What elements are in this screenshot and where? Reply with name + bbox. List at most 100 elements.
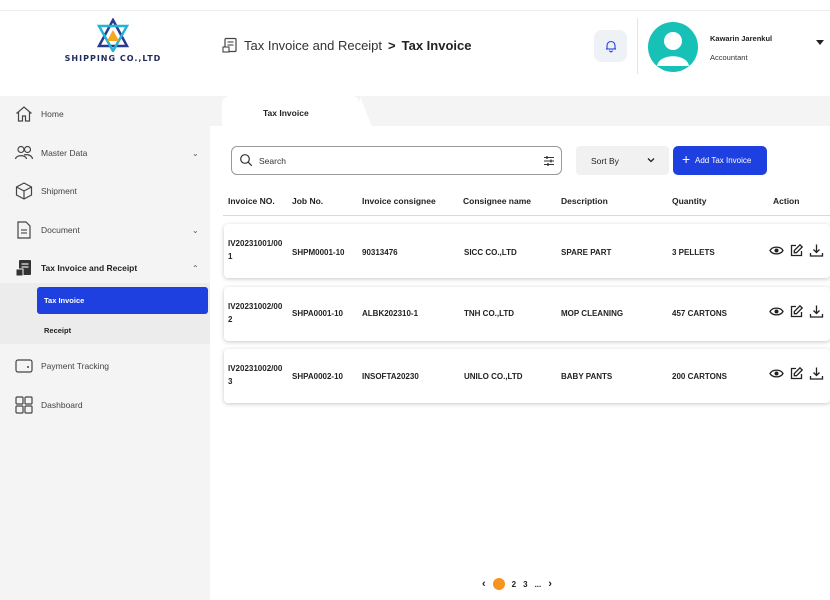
prev-page-button[interactable]: ‹ — [482, 578, 486, 590]
main-content: Tax Invoice Search Sort By + Add Tax Inv… — [210, 96, 830, 600]
sort-by-label: Sort By — [591, 156, 619, 166]
page-2-button[interactable]: 2 — [512, 580, 516, 589]
tab-label: Tax Invoice — [263, 108, 309, 118]
chevron-down-icon: ⌄ — [192, 225, 199, 235]
company-logo[interactable]: SHIPPING CO.,LTD — [58, 18, 168, 74]
document-icon — [17, 221, 31, 239]
filter-icon[interactable] — [542, 154, 556, 168]
column-header-action: Action — [773, 196, 800, 206]
cell-invoice-no: IV20231002/002 — [228, 302, 283, 324]
home-icon — [16, 106, 32, 122]
plus-icon: + — [682, 151, 691, 167]
table-header-divider — [223, 215, 830, 216]
chevron-up-icon: ⌃ — [192, 263, 199, 273]
avatar[interactable] — [648, 22, 698, 72]
sidebar-item-label: Document — [41, 225, 80, 235]
cell-invoice-consignee: 90313476 — [362, 248, 398, 257]
column-header-quantity: Quantity — [672, 196, 707, 206]
cell-quantity: 200 CARTONS — [672, 372, 727, 381]
user-menu-caret-icon[interactable] — [816, 40, 824, 45]
page-ellipsis: ... — [534, 579, 542, 589]
bell-icon — [605, 40, 616, 53]
top-divider — [0, 10, 830, 11]
sidebar-item-label: Payment Tracking — [41, 361, 110, 371]
users-icon — [14, 145, 34, 160]
column-header-invoice-no: Invoice NO. — [228, 196, 275, 206]
pagination: ‹ 1 2 3 ... › — [482, 578, 552, 590]
column-header-invoice-consignee: Invoice consignee — [362, 196, 436, 206]
page-1-button[interactable]: 1 — [492, 578, 505, 590]
download-icon[interactable] — [809, 243, 824, 258]
page-3-button[interactable]: 3 — [523, 580, 527, 589]
cell-job-no: SHPA0002-10 — [292, 372, 343, 381]
cell-quantity: 3 PELLETS — [672, 248, 715, 257]
view-eye-icon[interactable] — [769, 304, 784, 319]
box-icon — [15, 182, 33, 200]
tab-tax-invoice[interactable]: Tax Invoice — [222, 96, 372, 127]
logo-text: SHIPPING CO.,LTD — [64, 54, 162, 63]
search-placeholder: Search — [259, 156, 286, 166]
app-header: SHIPPING CO.,LTD Tax Invoice and Receipt… — [0, 0, 830, 82]
sidebar-item-payment-tracking[interactable]: Payment Tracking — [0, 351, 210, 381]
add-button-label: Add Tax Invoice — [695, 156, 752, 165]
sidebar-item-label: Tax Invoice and Receipt — [41, 263, 138, 273]
cell-job-no: SHPM0001-10 — [292, 248, 345, 257]
cell-description: MOP CLEANING — [561, 309, 624, 318]
search-icon — [240, 154, 253, 167]
logo-mark-icon — [96, 18, 130, 52]
view-eye-icon[interactable] — [769, 243, 784, 258]
cell-invoice-consignee: ALBK202310-1 — [362, 309, 419, 318]
breadcrumb-current: Tax Invoice — [401, 37, 472, 53]
cell-consignee-name: UNILO CO.,LTD — [464, 372, 523, 381]
next-page-button[interactable]: › — [548, 578, 552, 590]
sidebar-item-shipment[interactable]: Shipment — [0, 176, 210, 206]
sidebar-item-master-data[interactable]: Master Data ⌄ — [0, 138, 210, 168]
sidebar-item-home[interactable]: Home — [0, 99, 210, 129]
cell-consignee-name: SICC CO.,LTD — [464, 248, 517, 257]
column-header-job-no: Job No. — [292, 196, 324, 206]
cell-job-no: SHPA0001-10 — [292, 309, 343, 318]
table-row[interactable]: IV20231002/003 SHPA0002-10 INSOFTA20230 … — [224, 349, 830, 403]
receipt-icon — [222, 37, 237, 53]
row-actions — [769, 243, 824, 258]
dashboard-icon — [15, 396, 33, 414]
sort-by-dropdown[interactable]: Sort By — [576, 146, 669, 175]
sidebar-item-dashboard[interactable]: Dashboard — [0, 390, 210, 420]
sidebar-item-label: Home — [41, 109, 64, 119]
edit-icon[interactable] — [789, 304, 804, 319]
add-tax-invoice-button[interactable]: + Add Tax Invoice — [673, 146, 767, 175]
user-name: Kawarin Jarenkul — [710, 34, 773, 43]
sidebar-item-document[interactable]: Document ⌄ — [0, 215, 210, 245]
download-icon[interactable] — [809, 304, 824, 319]
view-eye-icon[interactable] — [769, 366, 784, 381]
submenu-item-tax-invoice[interactable]: Tax Invoice — [37, 287, 208, 314]
sidebar-item-tax-invoice-receipt[interactable]: Tax Invoice and Receipt ⌃ — [0, 253, 210, 283]
user-role: Accountant — [710, 53, 748, 62]
column-header-consignee-name: Consignee name — [463, 196, 532, 206]
table-row[interactable]: IV20231002/002 SHPA0001-10 ALBK202310-1 … — [224, 287, 830, 341]
submenu-item-label: Receipt — [44, 326, 72, 335]
submenu-item-receipt[interactable]: Receipt — [37, 320, 208, 344]
cell-invoice-no: IV20231002/003 — [228, 364, 283, 386]
breadcrumb: Tax Invoice and Receipt > Tax Invoice — [222, 37, 471, 53]
chevron-down-icon — [647, 158, 655, 163]
breadcrumb-parent[interactable]: Tax Invoice and Receipt — [244, 38, 382, 53]
user-avatar-icon — [657, 32, 689, 66]
search-input[interactable]: Search — [231, 146, 562, 175]
receipt-icon — [15, 260, 31, 277]
cell-consignee-name: TNH CO.,LTD — [464, 309, 515, 318]
table-row[interactable]: IV20231001/001 SHPM0001-10 90313476 SICC… — [224, 224, 830, 278]
header-divider — [637, 18, 638, 74]
sidebar-item-label: Master Data — [41, 148, 88, 158]
cell-invoice-no: IV20231001/001 — [228, 239, 283, 261]
edit-icon[interactable] — [789, 366, 804, 381]
download-icon[interactable] — [809, 366, 824, 381]
wallet-icon — [15, 359, 33, 373]
edit-icon[interactable] — [789, 243, 804, 258]
chevron-down-icon: ⌄ — [192, 148, 199, 158]
sidebar-item-label: Dashboard — [41, 400, 83, 410]
cell-invoice-consignee: INSOFTA20230 — [362, 372, 419, 381]
row-actions — [769, 304, 824, 319]
cell-description: SPARE PART — [561, 248, 612, 257]
notification-button[interactable] — [594, 30, 627, 62]
